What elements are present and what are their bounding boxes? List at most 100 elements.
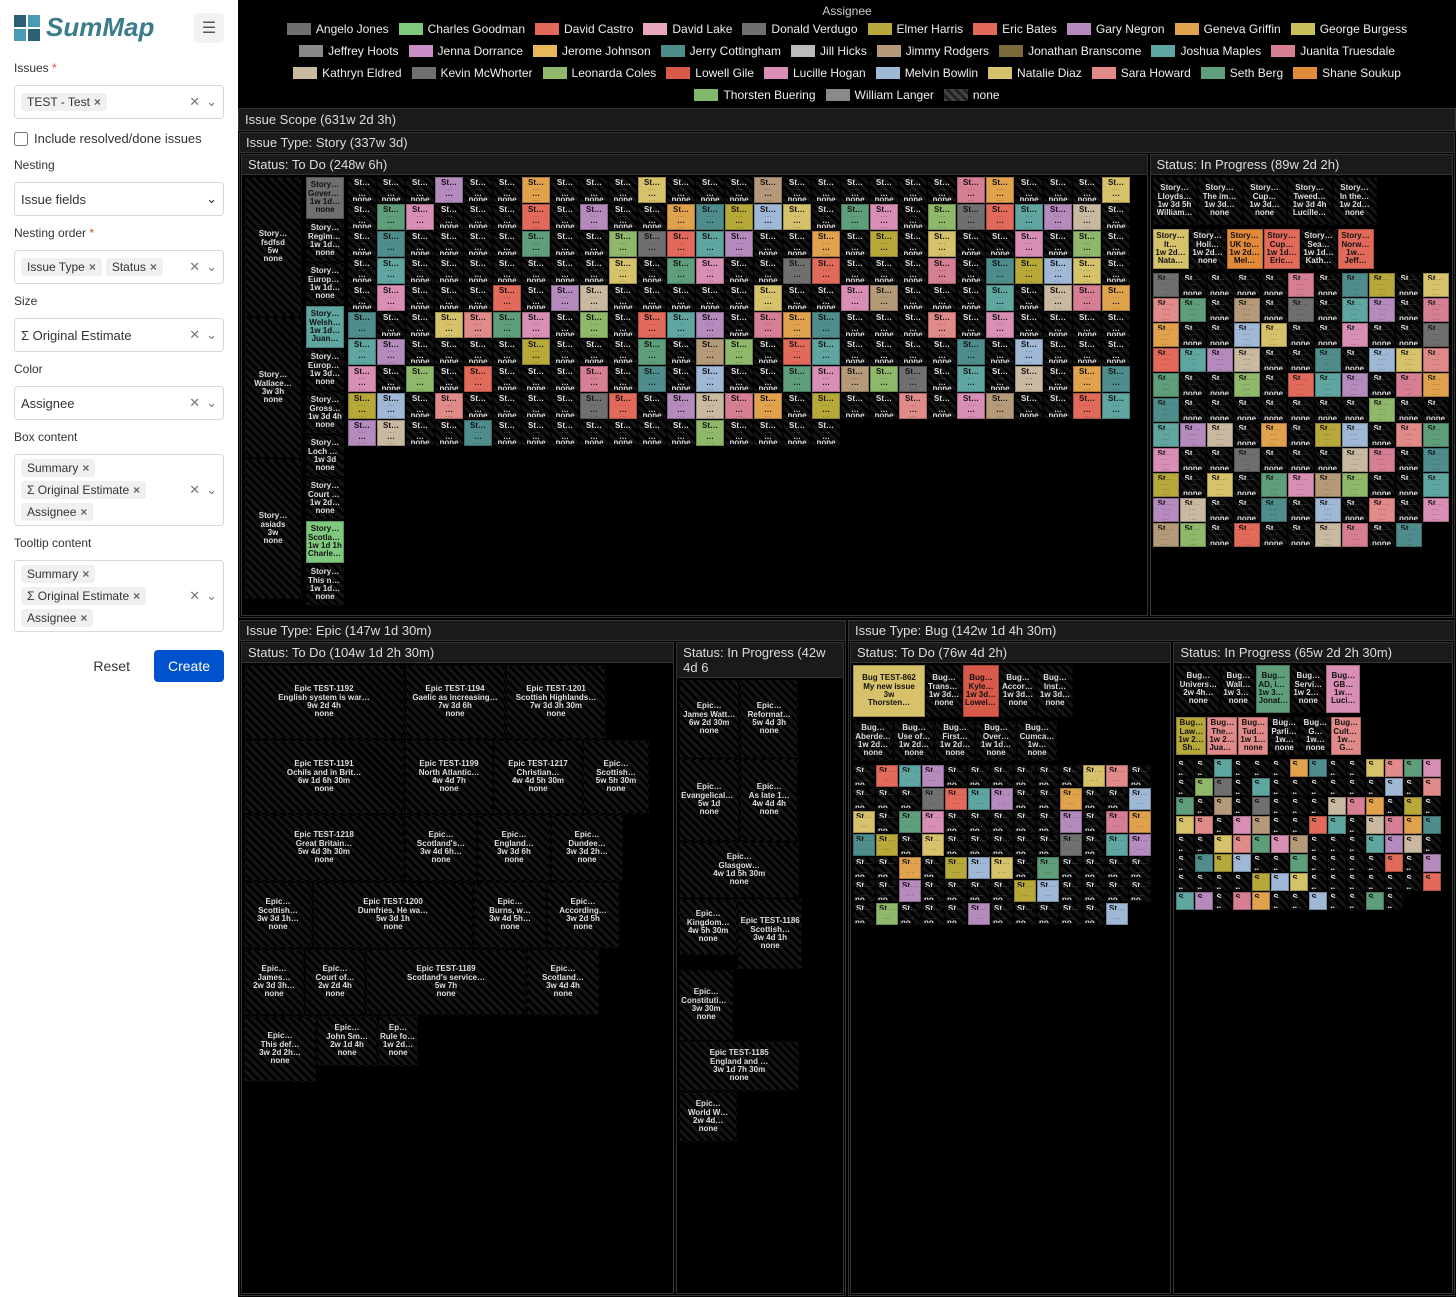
treemap-cell[interactable]: Story…Lloyds…1w 3d 5hWilliam…	[1153, 177, 1197, 225]
treemap-cell[interactable]: Story…Welsh…1w 1d…Juan…	[306, 306, 344, 348]
treemap-cell[interactable]: St………none	[1176, 873, 1194, 891]
treemap-cell[interactable]: St………none	[667, 177, 695, 203]
menu-button[interactable]: ☰	[194, 13, 224, 43]
treemap-cell[interactable]: St…………	[696, 312, 724, 338]
treemap-cell[interactable]: St…………	[957, 204, 985, 230]
clear-icon[interactable]: ✕	[189, 259, 200, 275]
treemap-cell[interactable]: Story…Tweed…1w 3d 4hLucille…	[1288, 177, 1332, 225]
treemap-cell[interactable]: St…………	[1396, 373, 1422, 397]
treemap-cell[interactable]: St…………	[1342, 473, 1368, 497]
treemap-cell[interactable]: Story…UK to…1w 2d…Mel…	[1227, 229, 1263, 269]
treemap-cell[interactable]: St…………	[1290, 873, 1308, 891]
treemap-cell[interactable]: St………none	[1366, 778, 1384, 796]
treemap-cell[interactable]: St………none	[812, 285, 840, 311]
treemap-cell[interactable]: St………none	[522, 393, 550, 419]
treemap-cell[interactable]: St…………	[1261, 498, 1287, 522]
remove-icon[interactable]: ×	[80, 505, 87, 519]
treemap-cell[interactable]: St………none	[1106, 880, 1128, 902]
treemap-cell[interactable]: Story…Holi…1w 2d…none	[1190, 229, 1226, 269]
treemap-cell[interactable]: St…………	[406, 204, 434, 230]
create-button[interactable]: Create	[154, 650, 224, 682]
treemap-cell[interactable]: St………none	[1366, 854, 1384, 872]
treemap-cell[interactable]: St…………	[1423, 473, 1449, 497]
treemap-cell[interactable]: St…………	[957, 393, 985, 419]
treemap-cell[interactable]: St………none	[922, 857, 944, 879]
chevron-down-icon[interactable]: ⌄	[206, 327, 217, 343]
treemap-cell[interactable]: St…………	[464, 366, 492, 392]
treemap-cell[interactable]: St…………	[1180, 348, 1206, 372]
treemap-cell[interactable]: St………none	[1315, 448, 1341, 472]
treemap-cell[interactable]: St………none	[580, 420, 608, 446]
treemap-cell[interactable]: St………none	[1233, 759, 1251, 777]
treemap-cell[interactable]: St………none	[551, 366, 579, 392]
treemap-cell[interactable]: St…………	[754, 285, 782, 311]
treemap-cell[interactable]: St…………	[1347, 797, 1365, 815]
treemap-cell[interactable]: St………none	[1214, 873, 1232, 891]
treemap-cell[interactable]: St…………	[870, 366, 898, 392]
treemap-cell[interactable]: St………none	[957, 285, 985, 311]
treemap-cell[interactable]: St………none	[1396, 298, 1422, 322]
treemap-cell[interactable]: St………none	[1129, 765, 1151, 787]
treemap-cell[interactable]: St…………	[580, 393, 608, 419]
legend-item[interactable]: Juanita Truesdale	[1271, 44, 1395, 58]
treemap-cell[interactable]: St………none	[1342, 348, 1368, 372]
treemap-cell[interactable]: St………none	[1176, 778, 1194, 796]
treemap-cell[interactable]: St………none	[725, 285, 753, 311]
treemap-cell[interactable]: St………none	[928, 366, 956, 392]
treemap-cell[interactable]: St…………	[1176, 797, 1194, 815]
treemap-cell[interactable]: St…………	[1233, 854, 1251, 872]
legend-item[interactable]: Angelo Jones	[287, 22, 389, 36]
treemap-cell[interactable]: St………none	[876, 880, 898, 902]
treemap-cell[interactable]: St…………	[435, 312, 463, 338]
treemap-cell[interactable]: St…………	[1207, 473, 1233, 497]
treemap-cell[interactable]: St………none	[1014, 811, 1036, 833]
treemap-cell[interactable]: St………none	[609, 366, 637, 392]
treemap-cell[interactable]: St………none	[348, 177, 376, 203]
treemap-cell[interactable]: St…………	[783, 339, 811, 365]
treemap-cell[interactable]: St………none	[968, 880, 990, 902]
treemap-cell[interactable]: St…………	[1153, 273, 1179, 297]
treemap-cell[interactable]: St………none	[1214, 816, 1232, 834]
treemap-cell[interactable]: Story…fsdfsd5wnone	[244, 177, 302, 317]
treemap-cell[interactable]: St…………	[1180, 498, 1206, 522]
legend-item[interactable]: Gary Negron	[1067, 22, 1165, 36]
treemap-cell[interactable]: St…………	[1102, 285, 1130, 311]
legend-item[interactable]: Shane Soukup	[1293, 66, 1401, 80]
treemap-cell[interactable]: St…………	[1404, 835, 1422, 853]
treemap-cell[interactable]: St…………	[348, 339, 376, 365]
treemap-cell[interactable]: St………none	[1044, 393, 1072, 419]
treemap-cell[interactable]: St………none	[1233, 873, 1251, 891]
treemap-cell[interactable]: St…………	[1385, 759, 1403, 777]
treemap-cell[interactable]: St………none	[348, 258, 376, 284]
chevron-down-icon[interactable]: ⌄	[206, 259, 217, 275]
treemap-cell[interactable]: St…………	[1195, 892, 1213, 910]
treemap-cell[interactable]: Epic…Glasgow…4w 1d 5h 30mnone	[679, 842, 799, 898]
treemap-cell[interactable]: St…………	[1214, 854, 1232, 872]
treemap-cell[interactable]: St………none	[1176, 759, 1194, 777]
treemap-cell[interactable]: St………none	[1271, 759, 1289, 777]
treemap-cell[interactable]: St………none	[667, 339, 695, 365]
treemap-cell[interactable]: St…………	[696, 204, 724, 230]
treemap-cell[interactable]: St………none	[1396, 398, 1422, 422]
treemap-cell[interactable]: St…………	[1129, 811, 1151, 833]
treemap-cell[interactable]: St………none	[1015, 285, 1043, 311]
treemap-cell[interactable]: St…………	[899, 811, 921, 833]
treemap-cell[interactable]: St………none	[1309, 835, 1327, 853]
treemap-cell[interactable]: St………none	[1315, 273, 1341, 297]
treemap-cell[interactable]: St…………	[725, 231, 753, 257]
treemap-cell[interactable]: St………none	[464, 339, 492, 365]
treemap-cell[interactable]: St………none	[406, 312, 434, 338]
treemap-cell[interactable]: St…………	[696, 393, 724, 419]
treemap-cell[interactable]: St…………	[1261, 323, 1287, 347]
treemap-cell[interactable]: St…………	[1153, 473, 1179, 497]
treemap-cell[interactable]: St…………	[609, 258, 637, 284]
treemap-cell[interactable]: St………none	[1385, 873, 1403, 891]
treemap-cell[interactable]: St………none	[1261, 273, 1287, 297]
treemap-cell[interactable]: St………none	[986, 366, 1014, 392]
treemap-cell[interactable]: St………none	[1261, 348, 1287, 372]
treemap-cell[interactable]: Story…Loch wat…1w 3dnone	[306, 435, 344, 477]
treemap-cell[interactable]: St………none	[1207, 373, 1233, 397]
treemap-cell[interactable]: St………none	[406, 258, 434, 284]
treemap-cell[interactable]: St…………	[1423, 854, 1441, 872]
clear-icon[interactable]: ✕	[189, 588, 200, 604]
